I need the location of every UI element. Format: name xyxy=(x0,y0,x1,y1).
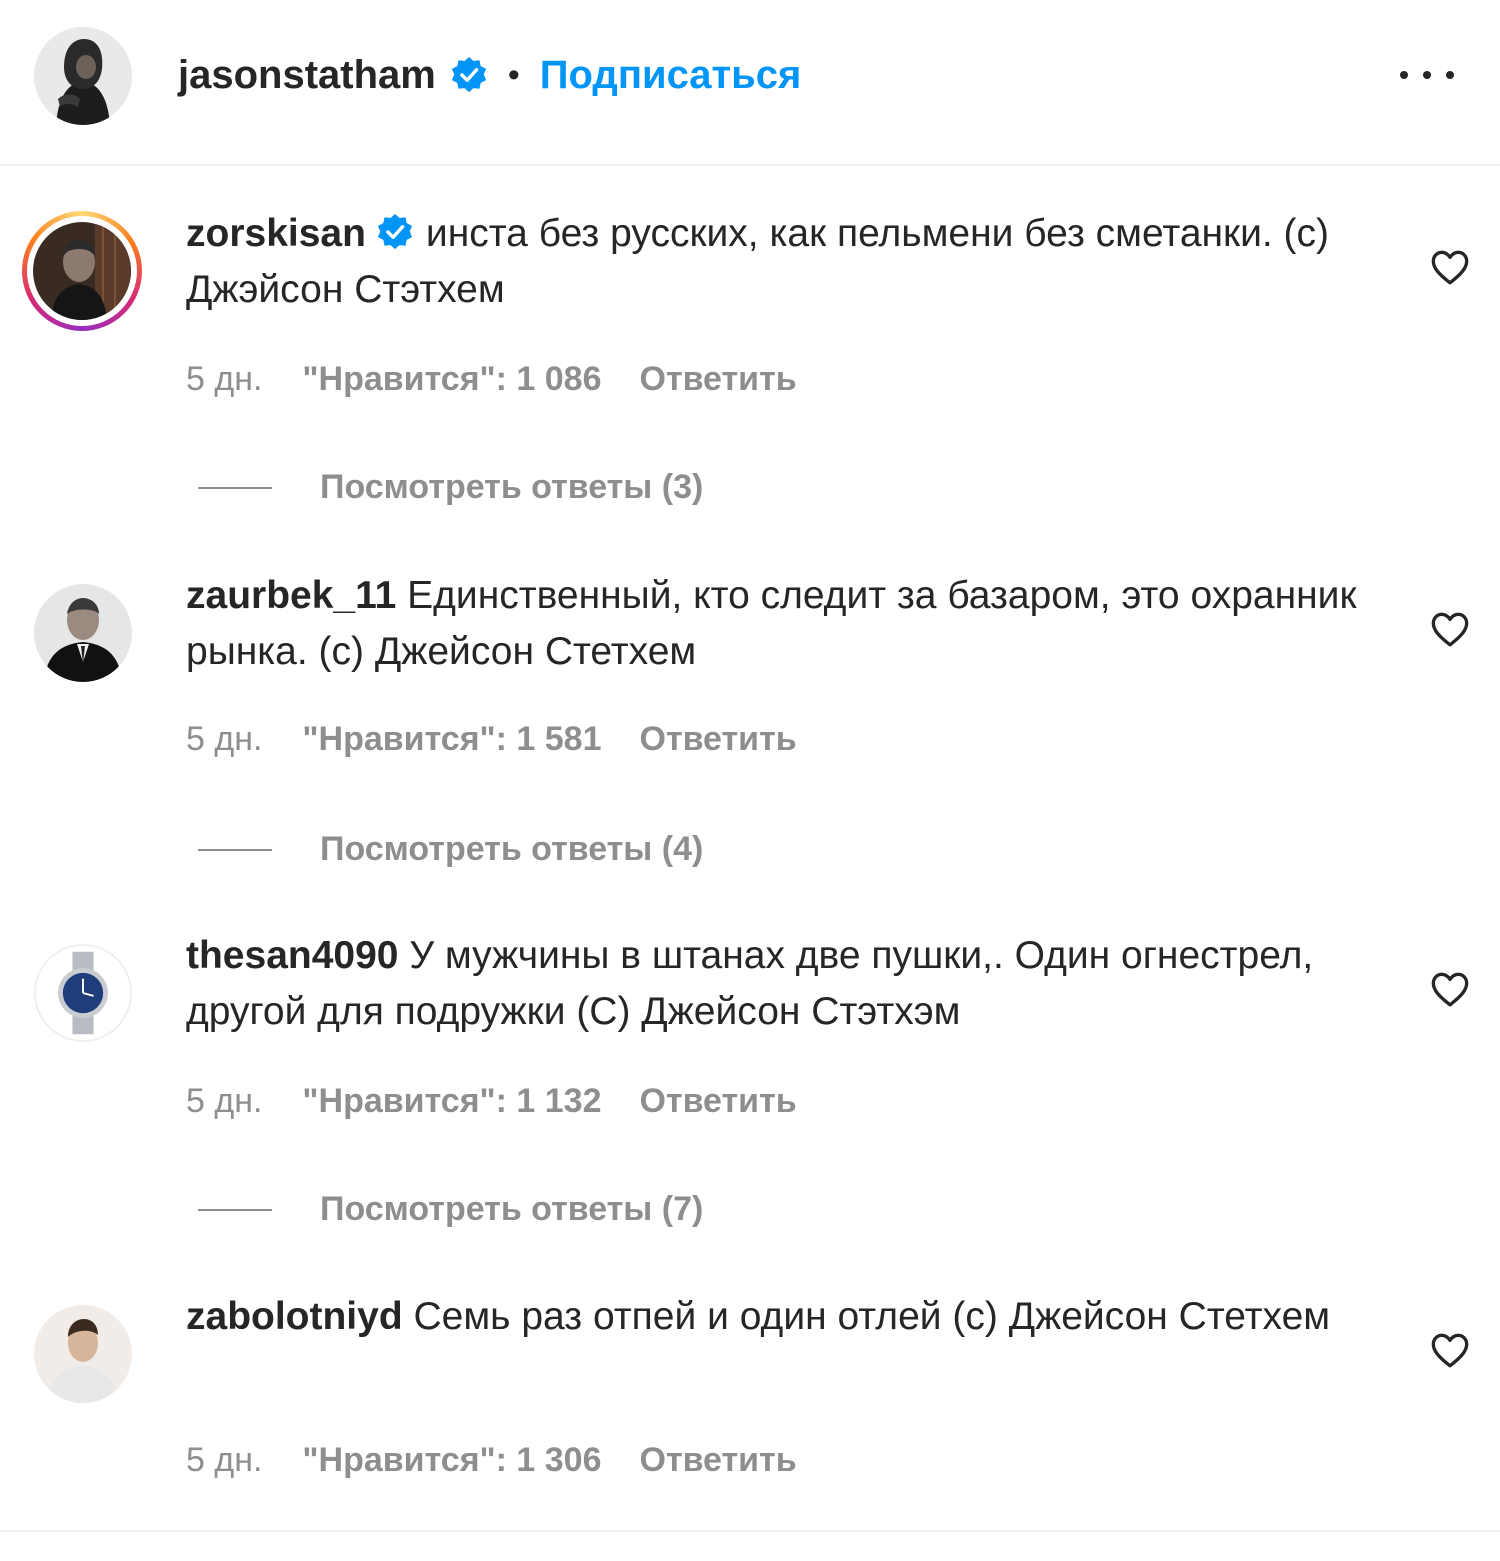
replies-line xyxy=(198,486,272,489)
post-header: jasonstatham • Подписаться xyxy=(0,0,1500,166)
post-author-username[interactable]: jasonstatham xyxy=(178,53,436,98)
like-heart-icon[interactable] xyxy=(1430,610,1470,648)
comment-time[interactable]: 5 дн. xyxy=(186,720,262,759)
comment-username[interactable]: thesan4090 xyxy=(186,934,398,977)
verified-badge-icon xyxy=(376,213,414,251)
comment-username[interactable]: zorskisan xyxy=(186,212,366,255)
comment-body: zaurbek_11 Единственный, кто следит за б… xyxy=(186,568,1376,680)
comment-meta: 5 дн. "Нравится": 1 132 Ответить xyxy=(186,1082,797,1121)
avatar[interactable] xyxy=(34,944,132,1042)
comment-likes[interactable]: "Нравится": 1 086 xyxy=(302,360,601,399)
comment-time[interactable]: 5 дн. xyxy=(186,1082,262,1121)
reply-button[interactable]: Ответить xyxy=(640,1441,797,1480)
reply-button[interactable]: Ответить xyxy=(640,720,797,759)
replies-line xyxy=(198,848,272,851)
avatar[interactable] xyxy=(34,584,132,682)
separator-dot: • xyxy=(507,56,520,94)
comment-username[interactable]: zaurbek_11 xyxy=(186,574,396,617)
reply-button[interactable]: Ответить xyxy=(640,360,797,399)
view-replies-label: Посмотреть ответы (3) xyxy=(320,468,704,506)
like-heart-icon[interactable] xyxy=(1430,1331,1470,1369)
follow-button[interactable]: Подписаться xyxy=(540,53,802,98)
verified-badge-icon xyxy=(450,56,488,94)
profile-photo-icon xyxy=(34,27,132,125)
comment-time[interactable]: 5 дн. xyxy=(186,1441,262,1480)
view-replies-button[interactable]: Посмотреть ответы (4) xyxy=(198,830,703,869)
comment-meta: 5 дн. "Нравится": 1 581 Ответить xyxy=(186,720,797,759)
more-options-icon[interactable] xyxy=(1400,58,1454,92)
comment-username[interactable]: zabolotniyd xyxy=(186,1295,403,1338)
profile-photo-icon xyxy=(36,946,130,1040)
comment-likes[interactable]: "Нравится": 1 306 xyxy=(302,1441,601,1480)
comment-meta: 5 дн. "Нравится": 1 306 Ответить xyxy=(186,1441,797,1480)
avatar[interactable] xyxy=(34,27,132,125)
profile-photo-icon xyxy=(34,584,132,682)
like-heart-icon[interactable] xyxy=(1430,248,1470,286)
like-heart-icon[interactable] xyxy=(1430,970,1470,1008)
comment-body: thesan4090 У мужчины в штанах две пушки,… xyxy=(186,928,1376,1040)
comment-body: zorskisan инста без русских, как пельмени… xyxy=(186,206,1376,318)
view-replies-label: Посмотреть ответы (4) xyxy=(320,830,704,868)
comment-time[interactable]: 5 дн. xyxy=(186,360,262,399)
view-replies-button[interactable]: Посмотреть ответы (7) xyxy=(198,1190,703,1229)
comment-body: zabolotniyd Семь раз отпей и один отлей … xyxy=(186,1289,1376,1345)
view-replies-label: Посмотреть ответы (7) xyxy=(320,1190,704,1228)
view-replies-button[interactable]: Посмотреть ответы (3) xyxy=(198,468,703,507)
replies-line xyxy=(198,1208,272,1211)
divider xyxy=(0,1530,1500,1532)
profile-photo-icon xyxy=(33,222,131,320)
profile-photo-icon xyxy=(34,1305,132,1403)
comment-text: Семь раз отпей и один отлей (с) Джейсон … xyxy=(413,1295,1331,1338)
avatar[interactable] xyxy=(22,211,142,331)
comment-likes[interactable]: "Нравится": 1 581 xyxy=(302,720,601,759)
avatar[interactable] xyxy=(34,1305,132,1403)
comment-meta: 5 дн. "Нравится": 1 086 Ответить xyxy=(186,360,797,399)
reply-button[interactable]: Ответить xyxy=(640,1082,797,1121)
comment-likes[interactable]: "Нравится": 1 132 xyxy=(302,1082,601,1121)
